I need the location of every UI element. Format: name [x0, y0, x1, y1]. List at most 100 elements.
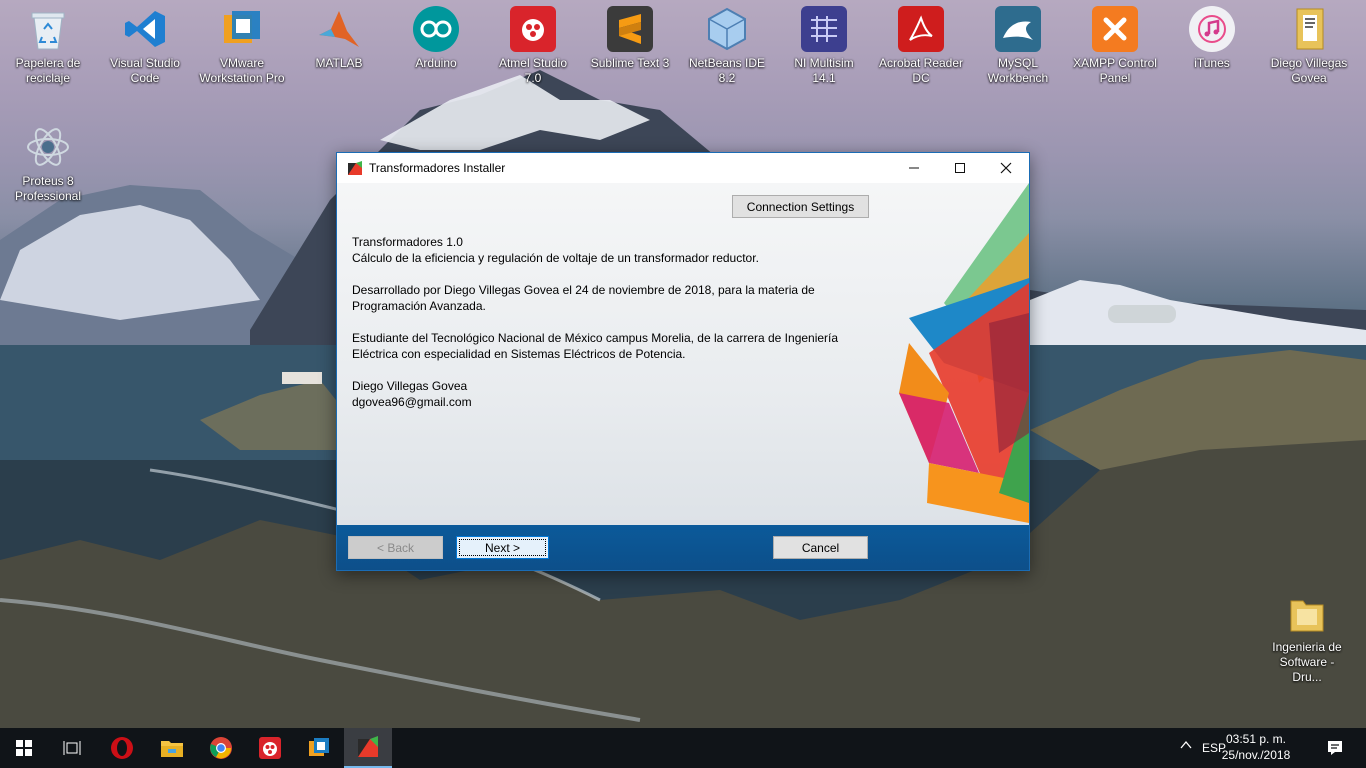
notification-icon: [1328, 741, 1342, 755]
desktop-icon-arduino[interactable]: Arduino: [393, 0, 479, 71]
taskbar-installer[interactable]: [344, 728, 392, 768]
action-center-button[interactable]: [1326, 739, 1344, 760]
desktop-icon-sublime[interactable]: Sublime Text 3: [587, 0, 673, 71]
desktop-icon-matlab[interactable]: MATLAB: [296, 0, 382, 71]
mysql-icon: [995, 6, 1041, 52]
desktop-icon-label: Visual Studio Code: [110, 56, 180, 85]
sublime-icon: [607, 6, 653, 52]
desktop-icon-label: Arduino: [415, 56, 457, 70]
installer-dialog: Transformadores Installer Connection Set…: [336, 152, 1030, 571]
task-view-button[interactable]: [48, 728, 96, 768]
desktop-icon-label: Atmel Studio 7.0: [498, 56, 568, 85]
windows-start-icon: [16, 740, 32, 756]
desktop-icon-label: Papelera de reciclaje: [15, 56, 81, 85]
proteus-icon: [25, 124, 71, 170]
desktop-icon-label: XAMPP Control Panel: [1073, 56, 1157, 85]
maximize-button[interactable]: [937, 153, 983, 183]
chevron-up-icon: [1180, 740, 1192, 749]
installer-taskbar-icon: [358, 736, 378, 757]
desktop-icon-atmel[interactable]: Atmel Studio 7.0: [490, 0, 576, 86]
desktop-icon-label: VMware Workstation Pro: [199, 56, 285, 85]
desktop-icon-xampp[interactable]: XAMPP Control Panel: [1072, 0, 1158, 86]
clock[interactable]: 03:51 p. m. 25/nov./2018: [1216, 731, 1296, 763]
minimize-button[interactable]: [891, 153, 937, 183]
start-button[interactable]: [0, 728, 48, 768]
desktop-icon-label: NI Multisim 14.1: [794, 56, 854, 85]
taskbar-opera[interactable]: [98, 728, 146, 768]
clock-date: 25/nov./2018: [1221, 748, 1291, 762]
next-button[interactable]: Next >: [456, 536, 549, 559]
student-line-2: Eléctrica con especialidad en Sistemas E…: [352, 347, 686, 361]
desktop-icon-itunes[interactable]: iTunes: [1169, 0, 1255, 71]
taskbar: ESP 03:51 p. m. 25/nov./2018: [0, 728, 1366, 768]
file-explorer-icon: [161, 741, 183, 757]
matlab-icon: [316, 6, 362, 52]
installer-info-text: Transformadores 1.0 Cálculo de la eficie…: [352, 234, 852, 426]
author-email: dgovea96@gmail.com: [352, 395, 472, 409]
desktop-icon-label: MySQL Workbench: [987, 56, 1049, 85]
desktop-icon-vmware[interactable]: VMware Workstation Pro: [199, 0, 285, 86]
contact-info: Diego Villegas Govea dgovea96@gmail.com: [352, 378, 852, 410]
task-view-icon: [63, 741, 81, 755]
taskbar-vmware[interactable]: [295, 728, 343, 768]
atmel-taskbar-icon: [259, 737, 281, 759]
taskbar-atmel[interactable]: [246, 728, 294, 768]
vscode-icon: [122, 6, 168, 52]
desktop-icon-label: Ingenieria de Software - Dru...: [1272, 640, 1342, 684]
vmware-icon: [219, 6, 265, 52]
folder-icon: [1284, 590, 1330, 636]
developer-info: Desarrollado por Diego Villegas Govea el…: [352, 282, 852, 314]
desktop-icon-multisim[interactable]: NI Multisim 14.1: [781, 0, 867, 86]
folder-icon: [1286, 6, 1332, 52]
dialog-content: Connection Settings Transformadores 1.0 …: [337, 183, 1029, 525]
title-bar[interactable]: Transformadores Installer: [337, 153, 1029, 183]
desktop-icon-mysql[interactable]: MySQL Workbench: [975, 0, 1061, 86]
product-info: Transformadores 1.0 Cálculo de la eficie…: [352, 234, 852, 266]
taskbar-chrome[interactable]: [197, 728, 245, 768]
developer-line-1: Desarrollado por Diego Villegas Govea el…: [352, 283, 815, 297]
multisim-icon: [801, 6, 847, 52]
student-info: Estudiante del Tecnológico Nacional de M…: [352, 330, 852, 362]
desktop-icon-label: Acrobat Reader DC: [878, 56, 964, 85]
window-title: Transformadores Installer: [369, 161, 506, 175]
desktop-icon-label: MATLAB: [315, 56, 363, 70]
desktop-icon-label: iTunes: [1194, 56, 1230, 70]
desktop-icon-label: NetBeans IDE 8.2: [688, 56, 766, 85]
desktop-icon-label: Proteus 8 Professional: [14, 174, 82, 203]
desktop-icon-netbeans[interactable]: NetBeans IDE 8.2: [684, 0, 770, 86]
developer-line-2: Programación Avanzada.: [352, 299, 486, 313]
product-name: Transformadores 1.0: [352, 235, 463, 249]
acrobat-icon: [898, 6, 944, 52]
system-tray: ESP 03:51 p. m. 25/nov./2018: [1136, 728, 1366, 768]
desktop-icon-folder-ingenieria[interactable]: Ingenieria de Software - Dru...: [1264, 584, 1350, 685]
minimize-icon: [909, 167, 919, 169]
back-button[interactable]: < Back: [348, 536, 443, 559]
desktop-icon-label: Sublime Text 3: [590, 56, 670, 70]
taskbar-file-explorer[interactable]: [148, 728, 196, 768]
desktop-icon-vscode[interactable]: Visual Studio Code: [102, 0, 188, 86]
clock-time: 03:51 p. m.: [1225, 732, 1287, 746]
itunes-icon: [1189, 6, 1235, 52]
recycle-bin-icon: [25, 6, 71, 52]
atmel-icon: [510, 6, 556, 52]
connection-settings-button[interactable]: Connection Settings: [732, 195, 869, 218]
desktop-icon-proteus[interactable]: Proteus 8 Professional: [5, 118, 91, 204]
installer-app-icon: [348, 161, 362, 175]
maximize-icon: [955, 163, 965, 173]
desktop-icon-folder-diego[interactable]: Diego Villegas Govea: [1266, 0, 1352, 86]
close-icon: [1000, 162, 1012, 174]
xampp-icon: [1092, 6, 1138, 52]
decorative-graphic: [899, 183, 1029, 523]
arduino-icon: [413, 6, 459, 52]
author-name: Diego Villegas Govea: [352, 379, 468, 393]
chrome-icon: [210, 737, 232, 759]
vmware-taskbar-icon: [309, 738, 329, 756]
close-button[interactable]: [983, 153, 1029, 183]
show-hidden-icons-button[interactable]: [1180, 739, 1192, 753]
cancel-button[interactable]: Cancel: [773, 536, 868, 559]
product-description: Cálculo de la eficiencia y regulación de…: [352, 251, 759, 265]
desktop-icon-acrobat[interactable]: Acrobat Reader DC: [878, 0, 964, 86]
netbeans-icon: [704, 6, 750, 52]
desktop-icon-label: Diego Villegas Govea: [1270, 56, 1348, 85]
desktop-icon-recycle-bin[interactable]: Papelera de reciclaje: [5, 0, 91, 86]
